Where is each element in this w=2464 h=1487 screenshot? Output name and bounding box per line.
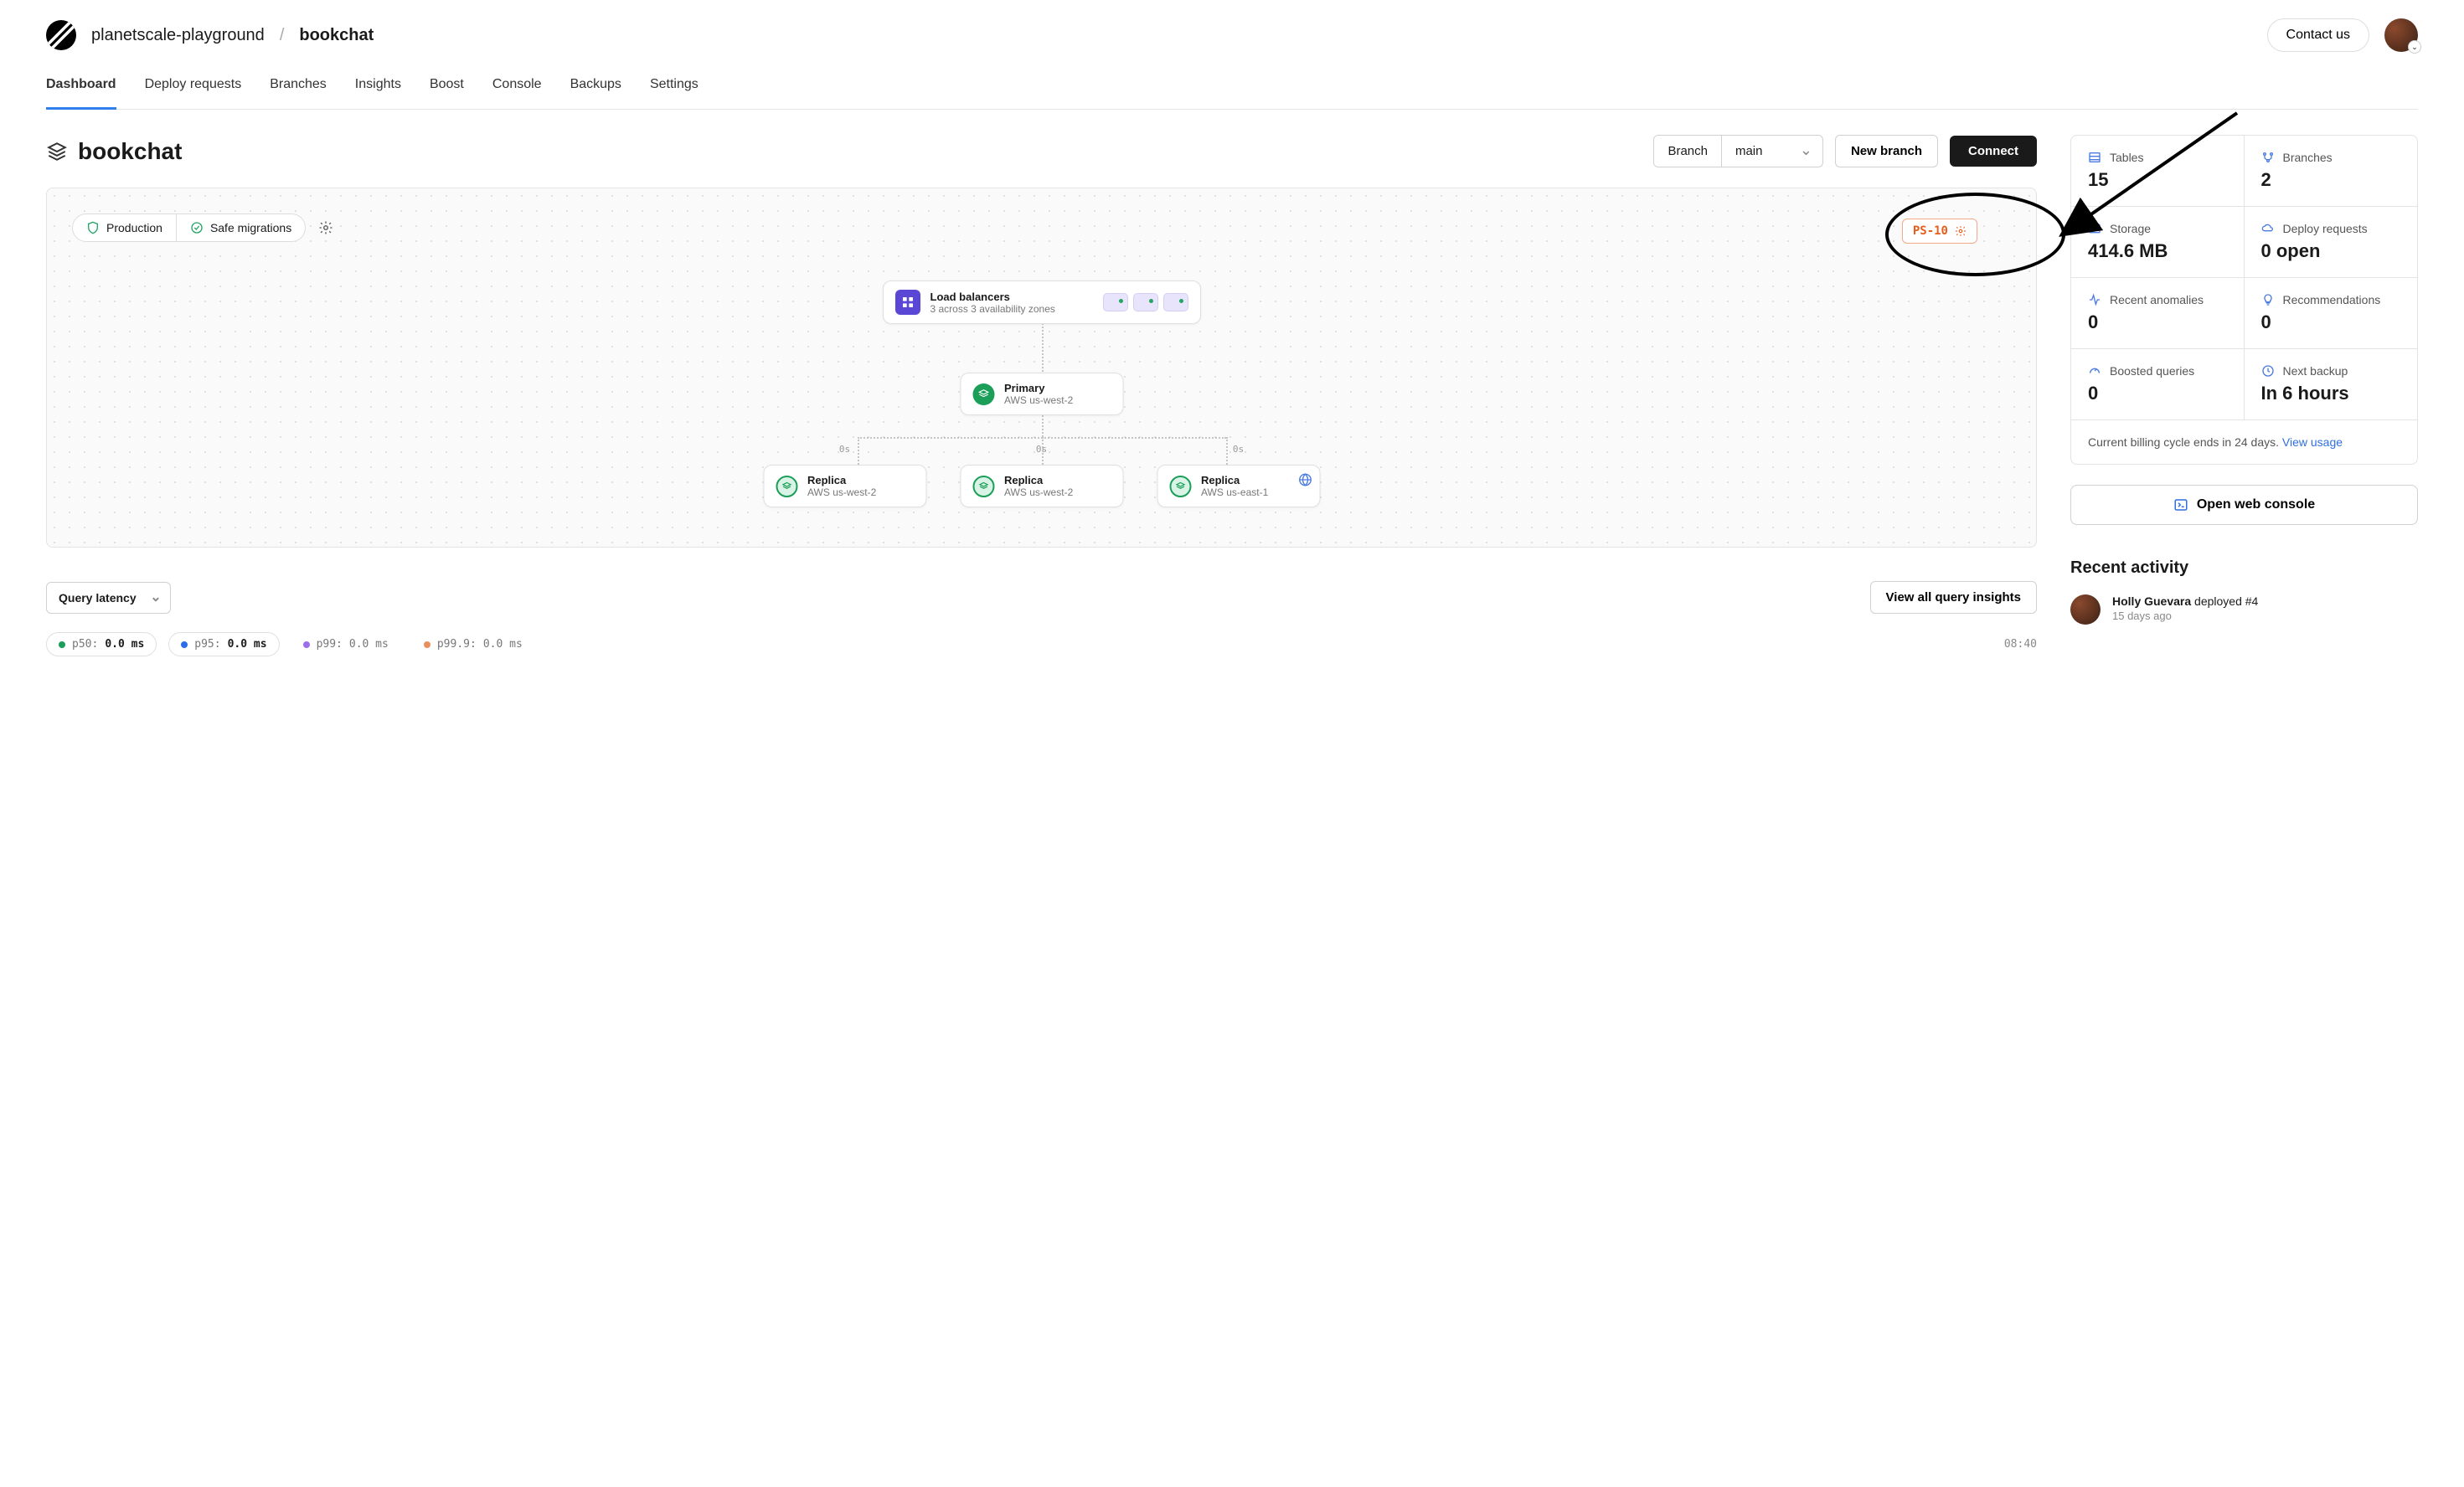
gear-icon (318, 220, 333, 235)
query-latency-selector[interactable]: Query latency (46, 582, 171, 614)
lb-subtitle: 3 across 3 availability zones (930, 303, 1055, 315)
page-title: bookchat (78, 138, 182, 165)
primary-node[interactable]: Primary AWS us-west-2 (960, 373, 1123, 415)
dot-icon (181, 641, 188, 648)
database-icon (46, 141, 68, 162)
stat-anomalies[interactable]: Recent anomalies 0 (2071, 278, 2245, 349)
storage-icon (2088, 222, 2101, 235)
tab-deploy-requests[interactable]: Deploy requests (145, 77, 242, 109)
chevron-down-icon: ⌄ (2408, 40, 2421, 54)
activity-item[interactable]: Holly Guevara deployed #4 15 days ago (2070, 594, 2418, 625)
lb-zone-indicator (1133, 293, 1158, 311)
cloud-icon (2261, 222, 2275, 235)
replica-region: AWS us-west-2 (807, 486, 876, 498)
production-chip: Production (73, 214, 176, 241)
terminal-icon (2173, 497, 2188, 512)
primary-title: Primary (1004, 382, 1073, 394)
stats-grid: Tables 15 Branches 2 Storage 414.6 MB De… (2070, 135, 2418, 465)
user-avatar[interactable]: ⌄ (2384, 18, 2418, 52)
latency-p999[interactable]: p99.9: 0.0 ms (412, 633, 534, 656)
activity-icon (2088, 293, 2101, 306)
branch-selector: Branch main (1653, 135, 1823, 167)
cluster-size-badge[interactable]: PS-10 (1902, 219, 1977, 244)
replica-node[interactable]: 0s Replica AWS us-east-1 (1157, 465, 1320, 507)
branch-selector-value[interactable]: main (1722, 136, 1822, 167)
tab-insights[interactable]: Insights (355, 77, 401, 109)
stat-deploy-requests[interactable]: Deploy requests 0 open (2245, 207, 2418, 278)
tab-settings[interactable]: Settings (650, 77, 698, 109)
stat-next-backup[interactable]: Next backup In 6 hours (2245, 349, 2418, 420)
branch-icon (2261, 151, 2275, 164)
connect-button[interactable]: Connect (1950, 136, 2037, 167)
branch-selector-label: Branch (1654, 136, 1722, 167)
view-all-insights-button[interactable]: View all query insights (1870, 581, 2037, 614)
latency-legend: p50: 0.0 ms p95: 0.0 ms p99: 0.0 ms p99.… (46, 632, 2037, 656)
tab-dashboard[interactable]: Dashboard (46, 77, 116, 110)
latency-timestamp: 08:40 (2004, 638, 2037, 651)
clock-icon (2261, 364, 2275, 378)
stat-storage[interactable]: Storage 414.6 MB (2071, 207, 2245, 278)
load-balancer-node[interactable]: Load balancers 3 across 3 availability z… (883, 280, 1201, 324)
check-circle-icon (190, 221, 204, 234)
breadcrumb-db[interactable]: bookchat (299, 26, 374, 45)
activity-time: 15 days ago (2112, 610, 2258, 622)
replica-region: AWS us-east-1 (1201, 486, 1268, 498)
replica-title: Replica (807, 474, 876, 486)
lb-zone-indicator (1163, 293, 1188, 311)
replica-delay: 0s (1036, 444, 1047, 455)
dot-icon (59, 641, 65, 648)
replica-title: Replica (1004, 474, 1073, 486)
lb-title: Load balancers (930, 291, 1055, 303)
replica-region: AWS us-west-2 (1004, 486, 1073, 498)
database-replica-icon (776, 476, 797, 497)
primary-region: AWS us-west-2 (1004, 394, 1073, 406)
stat-boosted[interactable]: Boosted queries 0 (2071, 349, 2245, 420)
safe-migrations-chip: Safe migrations (176, 214, 305, 241)
activity-avatar (2070, 594, 2101, 625)
latency-p50[interactable]: p50: 0.0 ms (46, 632, 157, 656)
lb-zone-indicator (1103, 293, 1128, 311)
new-branch-button[interactable]: New branch (1835, 135, 1938, 167)
view-usage-link[interactable]: View usage (2282, 435, 2343, 449)
dot-icon (424, 641, 430, 648)
tab-console[interactable]: Console (492, 77, 542, 109)
globe-icon (1297, 472, 1312, 487)
database-replica-icon (1169, 476, 1191, 497)
breadcrumb-org[interactable]: planetscale-playground (91, 26, 265, 45)
stat-tables[interactable]: Tables 15 (2071, 136, 2245, 207)
load-balancer-icon (895, 290, 920, 315)
contact-us-button[interactable]: Contact us (2267, 18, 2369, 52)
main-tabs: Dashboard Deploy requests Branches Insig… (46, 77, 2418, 110)
stat-recommendations[interactable]: Recommendations 0 (2245, 278, 2418, 349)
tab-branches[interactable]: Branches (270, 77, 327, 109)
replica-node[interactable]: 0s Replica AWS us-west-2 (763, 465, 926, 507)
tab-boost[interactable]: Boost (430, 77, 464, 109)
panel-settings-button[interactable] (314, 216, 338, 239)
tab-backups[interactable]: Backups (570, 77, 621, 109)
database-primary-icon (972, 383, 994, 405)
activity-text: Holly Guevara deployed #4 (2112, 594, 2258, 608)
replica-node[interactable]: 0s Replica AWS us-west-2 (960, 465, 1123, 507)
open-web-console-button[interactable]: Open web console (2070, 485, 2418, 525)
planetscale-logo[interactable] (46, 20, 76, 50)
stat-branches[interactable]: Branches 2 (2245, 136, 2418, 207)
replica-title: Replica (1201, 474, 1268, 486)
table-icon (2088, 151, 2101, 164)
billing-cycle-text: Current billing cycle ends in 24 days. V… (2071, 420, 2417, 464)
database-replica-icon (972, 476, 994, 497)
replica-delay: 0s (839, 444, 850, 455)
recent-activity-heading: Recent activity (2070, 558, 2418, 578)
lightbulb-icon (2261, 293, 2275, 306)
breadcrumb-separator: / (280, 26, 285, 45)
latency-p95[interactable]: p95: 0.0 ms (168, 632, 279, 656)
topology-panel: Production Safe migrations PS-10 (46, 188, 2037, 548)
shield-icon (86, 221, 100, 234)
dot-icon (303, 641, 310, 648)
gauge-icon (2088, 364, 2101, 378)
latency-p99[interactable]: p99: 0.0 ms (291, 633, 400, 656)
replica-delay: 0s (1233, 444, 1244, 455)
gear-icon (1955, 225, 1967, 237)
